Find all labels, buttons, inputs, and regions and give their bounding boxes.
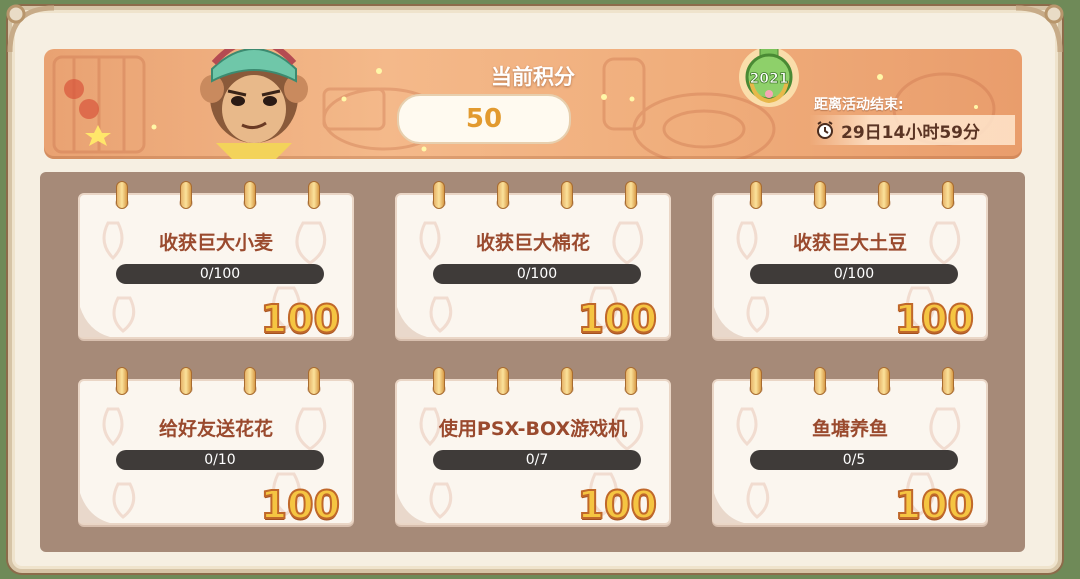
task-progress-text: 0/100 bbox=[516, 266, 558, 282]
task-progress-bar: 0/5 bbox=[750, 450, 958, 470]
binder-ring bbox=[244, 181, 256, 209]
task-card[interactable]: 收获巨大棉花 0/100 100 bbox=[395, 181, 671, 342]
task-progress-bar: 0/7 bbox=[433, 450, 641, 470]
binder-ring bbox=[308, 181, 320, 209]
binder-ring bbox=[497, 367, 509, 395]
paper-curl bbox=[80, 493, 110, 523]
task-reward-points: 100 bbox=[577, 482, 658, 528]
paper-curl bbox=[80, 307, 110, 337]
binder-ring bbox=[116, 367, 128, 395]
badge-year: 2021 bbox=[750, 71, 789, 87]
binder-ring bbox=[814, 367, 826, 395]
task-title: 收获巨大小麦 bbox=[158, 232, 273, 254]
score-value: 50 bbox=[397, 94, 571, 144]
binder-ring bbox=[561, 367, 573, 395]
binder-ring bbox=[750, 181, 762, 209]
task-card[interactable]: 给好友送花花 0/10 100 bbox=[78, 367, 354, 528]
task-progress-bar: 0/100 bbox=[116, 264, 324, 284]
binder-ring bbox=[497, 181, 509, 209]
task-reward-points: 100 bbox=[577, 296, 658, 342]
task-progress-bar: 0/10 bbox=[116, 450, 324, 470]
task-progress-text: 0/100 bbox=[833, 266, 875, 282]
paper-curl bbox=[397, 493, 427, 523]
task-card[interactable]: 收获巨大小麦 0/100 100 bbox=[78, 181, 354, 342]
binder-ring bbox=[308, 367, 320, 395]
score-label: 当前积分 bbox=[491, 65, 575, 89]
binder-ring bbox=[750, 367, 762, 395]
task-progress-bar: 0/100 bbox=[750, 264, 958, 284]
binder-ring bbox=[433, 181, 445, 209]
task-card[interactable]: 收获巨大土豆 0/100 100 bbox=[712, 181, 988, 342]
task-title: 收获巨大土豆 bbox=[792, 232, 907, 254]
task-title: 鱼塘养鱼 bbox=[811, 418, 888, 440]
binder-ring bbox=[244, 367, 256, 395]
task-reward-points: 100 bbox=[260, 296, 341, 342]
task-progress-text: 0/100 bbox=[199, 266, 241, 282]
laurel-medal-icon: 2021 bbox=[739, 49, 799, 107]
paper-curl bbox=[714, 493, 744, 523]
event-end-label: 距离活动结束: bbox=[814, 97, 904, 113]
task-title: 收获巨大棉花 bbox=[475, 232, 590, 254]
task-progress-text: 0/5 bbox=[842, 452, 866, 468]
paper-curl bbox=[714, 307, 744, 337]
binder-ring bbox=[180, 181, 192, 209]
task-title: 使用PSX-BOX游戏机 bbox=[438, 418, 628, 440]
task-reward-points: 100 bbox=[894, 482, 975, 528]
binder-ring bbox=[878, 367, 890, 395]
task-progress-text: 0/10 bbox=[204, 452, 236, 468]
binder-ring bbox=[814, 181, 826, 209]
score-header: 当前积分 50 2021 距离活动结束: 29日14小时59分 bbox=[44, 49, 1022, 159]
binder-ring bbox=[433, 367, 445, 395]
countdown-text: 29日14小时59分 bbox=[841, 122, 980, 143]
binder-ring bbox=[116, 181, 128, 209]
binder-ring bbox=[942, 181, 954, 209]
paper-curl bbox=[397, 307, 427, 337]
binder-ring bbox=[625, 367, 637, 395]
binder-ring bbox=[878, 181, 890, 209]
task-card[interactable]: 使用PSX-BOX游戏机 0/7 100 bbox=[395, 367, 671, 528]
task-card[interactable]: 鱼塘养鱼 0/5 100 bbox=[712, 367, 988, 528]
alarm-clock-icon bbox=[817, 121, 833, 139]
task-progress-bar: 0/100 bbox=[433, 264, 641, 284]
countdown-timer: 29日14小时59分 bbox=[809, 115, 1015, 145]
binder-ring bbox=[561, 181, 573, 209]
task-title: 给好友送花花 bbox=[158, 418, 273, 440]
task-reward-points: 100 bbox=[894, 296, 975, 342]
task-reward-points: 100 bbox=[260, 482, 341, 528]
binder-ring bbox=[180, 367, 192, 395]
task-progress-text: 0/7 bbox=[525, 452, 549, 468]
binder-ring bbox=[625, 181, 637, 209]
binder-ring bbox=[942, 367, 954, 395]
